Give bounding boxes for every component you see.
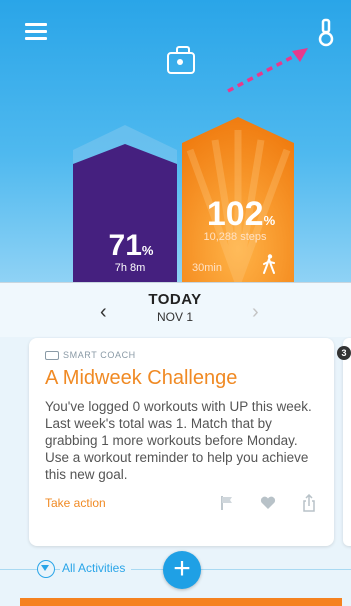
steps-count: 10,288 steps — [203, 231, 267, 243]
sleep-duration: 7h 8m — [114, 262, 146, 274]
card-actions — [220, 494, 316, 512]
share-icon[interactable] — [302, 494, 316, 512]
date-title: TODAY — [148, 291, 202, 308]
date-label: NOV 1 — [156, 310, 193, 324]
card-title: A Midweek Challenge — [45, 367, 238, 389]
card-body: You've logged 0 workouts with UP this we… — [45, 399, 312, 482]
all-activities-filter[interactable]: All Activities — [60, 561, 132, 575]
take-action-link[interactable]: Take action — [45, 496, 106, 510]
previous-day-button[interactable]: ‹ — [100, 301, 107, 324]
progress-chart — [73, 117, 294, 282]
walking-person-icon — [263, 254, 275, 274]
card-counter-badge: 3 — [337, 346, 351, 360]
filter-icon[interactable] — [37, 560, 55, 578]
hamburger-menu-icon[interactable] — [25, 23, 47, 41]
flag-icon[interactable] — [220, 495, 234, 511]
next-day-button[interactable]: › — [252, 301, 259, 324]
next-feed-item[interactable] — [20, 598, 342, 606]
steps-percent: 102% — [206, 195, 276, 233]
date-navigator: ‹ TODAY NOV 1 › — [0, 282, 351, 337]
annotation-arrow — [227, 48, 308, 93]
wristband-icon[interactable] — [318, 18, 334, 48]
heart-icon[interactable] — [260, 496, 276, 510]
coach-label: SMART COACH — [45, 350, 136, 361]
sleep-percent: 71% — [108, 229, 154, 262]
smart-coach-icon — [45, 351, 59, 361]
camera-icon[interactable] — [167, 46, 195, 74]
add-button[interactable]: + — [163, 551, 201, 589]
active-time: 30min — [192, 262, 222, 274]
smart-coach-card[interactable]: SMART COACH A Midweek Challenge You've l… — [29, 338, 334, 546]
next-card-peek[interactable] — [343, 338, 351, 546]
